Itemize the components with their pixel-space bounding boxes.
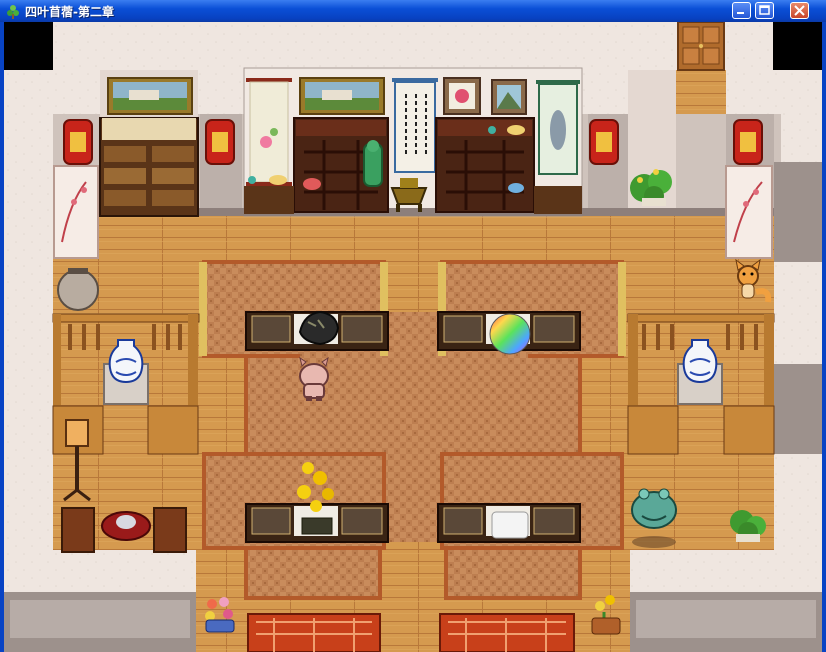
lattice-bench-right[interactable] — [439, 613, 575, 652]
maximize-button[interactable] — [755, 2, 774, 19]
low-shelf-right — [534, 186, 582, 214]
calligraphy-scroll[interactable] — [392, 78, 438, 173]
bottom-left-cabinet-panel — [10, 600, 190, 638]
landscape-painting-left[interactable] — [107, 77, 193, 115]
folding-screen-left[interactable] — [53, 165, 99, 259]
close-button[interactable] — [790, 2, 809, 19]
jade-statue[interactable] — [363, 140, 383, 187]
minimize-icon — [737, 12, 744, 14]
low-shelf-left — [244, 186, 294, 214]
void-corner-right — [773, 22, 822, 70]
red-dish — [303, 178, 321, 190]
rainbow-orb[interactable] — [489, 313, 531, 355]
mountain-frame[interactable] — [491, 79, 527, 115]
void-corner-left — [4, 22, 53, 70]
small-jar — [488, 126, 496, 134]
close-icon — [794, 5, 805, 16]
minimize-button[interactable] — [732, 2, 751, 19]
red-lantern-2 — [205, 119, 235, 165]
red-lantern-4 — [733, 119, 763, 165]
flower-scroll[interactable] — [246, 78, 292, 186]
blue-bowl — [508, 183, 524, 193]
folding-screen-right[interactable] — [725, 165, 773, 259]
white-cloth[interactable] — [491, 511, 529, 539]
app-icon — [7, 5, 19, 19]
landscape-painting-center[interactable] — [299, 77, 385, 115]
wooden-door[interactable] — [677, 22, 725, 71]
gold-plate-left — [269, 175, 287, 185]
gold-plate-right — [507, 125, 525, 135]
game-window: 四叶苜蓿-第二章 — [0, 0, 826, 652]
window-title: 四叶苜蓿-第二章 — [25, 5, 114, 19]
flower-frame[interactable] — [443, 77, 481, 115]
right-wall-cabinet-lower — [774, 364, 822, 454]
right-wall-cabinet-upper — [774, 162, 822, 262]
red-lantern-3 — [589, 119, 619, 165]
tiny-vase — [248, 176, 256, 184]
title-bar[interactable]: 四叶苜蓿-第二章 — [0, 0, 826, 22]
red-lantern-1 — [63, 119, 93, 165]
maximize-icon — [759, 5, 770, 15]
display-shelf-left[interactable] — [99, 117, 199, 217]
bottom-right-cabinet-panel — [636, 600, 816, 638]
jade-toad[interactable] — [631, 488, 677, 548]
fish-scroll[interactable] — [536, 80, 580, 175]
lattice-bench-left[interactable] — [247, 613, 381, 652]
pink-pig-hero[interactable] — [299, 356, 329, 401]
game-canvas[interactable] — [4, 22, 822, 652]
window-frame-right — [822, 22, 826, 652]
